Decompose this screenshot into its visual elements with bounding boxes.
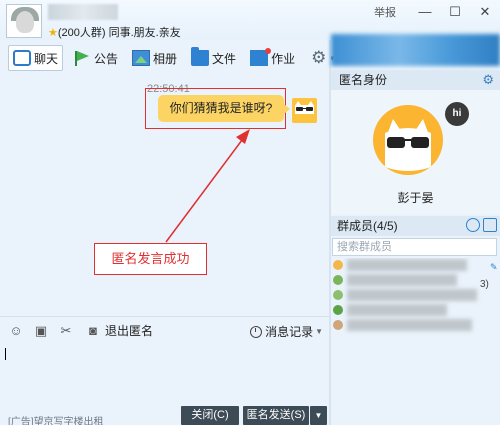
edit-icon[interactable]: ✎ bbox=[490, 262, 498, 273]
screenshot-icon[interactable]: ✂ bbox=[58, 323, 74, 339]
minimize-button[interactable]: — bbox=[410, 1, 440, 23]
message-history-button[interactable]: 消息记录 ▼ bbox=[250, 323, 323, 340]
tab-album[interactable]: 相册 bbox=[128, 45, 181, 71]
anonymous-icon: ◙ bbox=[89, 322, 97, 338]
chevron-down-icon: ▼ bbox=[315, 327, 323, 336]
right-panel-empty bbox=[331, 350, 500, 425]
window-controls: 举报 — ☐ ✕ bbox=[374, 0, 500, 24]
text-cursor bbox=[5, 348, 6, 360]
group-name: ★(200人群) 同事.朋友.亲友 bbox=[48, 27, 181, 39]
star-icon: ★ bbox=[48, 27, 58, 39]
member-search-input[interactable]: 搜索群成员 bbox=[332, 238, 497, 256]
sender-avatar[interactable] bbox=[292, 98, 317, 123]
input-toolbar: ☺ ▣ ✂ ◙ 退出匿名 消息记录 ▼ bbox=[0, 316, 329, 344]
annotation-label: 匿名发言成功 bbox=[94, 243, 207, 275]
close-chat-button[interactable]: 关闭(C) bbox=[181, 406, 239, 425]
group-title-blurred bbox=[48, 4, 118, 20]
send-options-button[interactable]: ▼ bbox=[310, 406, 327, 425]
members-header: 群成员(4/5) bbox=[331, 216, 500, 236]
image-icon[interactable]: ▣ bbox=[33, 323, 49, 339]
tab-announcement[interactable]: 公告 bbox=[69, 45, 122, 71]
anonymous-send-button[interactable]: 匿名发送(S) bbox=[243, 406, 309, 425]
main-toolbar: 聊天 公告 相册 文件 作业 ⚙ ▼ bbox=[0, 42, 336, 74]
ad-link[interactable]: [广告]望京写字楼出租 bbox=[8, 413, 104, 425]
list-item[interactable] bbox=[331, 303, 500, 317]
list-item[interactable] bbox=[331, 273, 500, 287]
photo-icon bbox=[132, 50, 151, 66]
anonymous-identity-header: 匿名身份 ⚙ bbox=[331, 70, 500, 90]
member-list bbox=[331, 258, 500, 348]
message-bubble[interactable]: 你们猜猜我是谁呀? bbox=[158, 95, 290, 122]
hi-badge[interactable]: hi bbox=[445, 102, 469, 126]
gear-icon[interactable]: ⚙ bbox=[482, 70, 494, 90]
tab-chat[interactable]: 聊天 bbox=[8, 45, 64, 71]
list-item[interactable] bbox=[331, 318, 500, 332]
report-button[interactable]: 举报 bbox=[374, 4, 396, 20]
member-avatar bbox=[333, 320, 343, 330]
anonymous-avatar[interactable] bbox=[373, 105, 443, 175]
group-banner-blurred bbox=[331, 34, 500, 66]
anonymous-name: 彭于晏 bbox=[397, 191, 434, 205]
member-count-fragment: 3) bbox=[480, 279, 489, 290]
group-avatar[interactable] bbox=[6, 4, 42, 38]
member-avatar bbox=[333, 290, 343, 300]
tab-homework[interactable]: 作业 bbox=[246, 45, 299, 71]
member-avatar bbox=[333, 305, 343, 315]
chat-area: 22:50:41 你们猜猜我是谁呀? 匿名发言成功 bbox=[0, 76, 329, 316]
tab-files[interactable]: 文件 bbox=[187, 45, 240, 71]
search-icon[interactable] bbox=[483, 218, 497, 232]
message-input[interactable] bbox=[0, 344, 329, 404]
emoji-icon[interactable]: ☺ bbox=[8, 323, 24, 339]
announcement-icon bbox=[73, 50, 91, 66]
maximize-button[interactable]: ☐ bbox=[440, 1, 470, 23]
chat-icon bbox=[13, 50, 31, 66]
list-item[interactable] bbox=[331, 288, 500, 302]
exit-anonymous-button[interactable]: ◙ 退出匿名 bbox=[85, 322, 153, 339]
member-avatar bbox=[333, 275, 343, 285]
list-item[interactable] bbox=[331, 258, 500, 272]
refresh-icon[interactable] bbox=[466, 218, 480, 232]
close-button[interactable]: ✕ bbox=[470, 1, 500, 23]
clock-icon bbox=[250, 325, 263, 338]
homework-icon bbox=[250, 48, 272, 66]
annotation-arrow bbox=[165, 129, 250, 243]
member-avatar bbox=[333, 260, 343, 270]
file-icon bbox=[191, 47, 210, 66]
gear-icon: ⚙ bbox=[311, 48, 327, 67]
